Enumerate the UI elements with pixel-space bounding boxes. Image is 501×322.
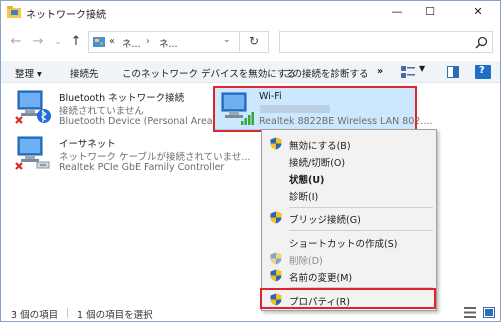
up-button[interactable]: ↑ bbox=[67, 33, 85, 51]
help-button[interactable]: ? bbox=[475, 65, 491, 79]
change-view-button[interactable]: ▼ bbox=[401, 64, 427, 79]
breadcrumb-2[interactable]: ネ... bbox=[159, 36, 178, 50]
refresh-icon[interactable]: ↻ bbox=[249, 34, 259, 48]
menu-separator bbox=[289, 207, 433, 208]
ethernet-item-title: イーサネット bbox=[59, 139, 116, 150]
item-count: 3 個の項目 bbox=[11, 310, 59, 321]
minimize-icon: — bbox=[391, 5, 403, 18]
back-arrow-icon: ← bbox=[10, 34, 22, 49]
view-options-icon bbox=[401, 66, 415, 78]
bluetooth-item-title: Bluetooth ネットワーク接続 bbox=[59, 93, 185, 104]
breadcrumb-overflow[interactable]: « bbox=[109, 36, 115, 47]
menu-item-bridge[interactable]: ブリッジ接続(G) bbox=[289, 212, 361, 226]
address-bar[interactable]: « ネ... › ネ... ⌄ ↻ bbox=[88, 31, 269, 53]
status-bar: 3 個の項目 1 個の項目を選択 bbox=[1, 303, 500, 321]
large-icons-view-icon[interactable] bbox=[483, 307, 495, 318]
connect-to-button[interactable]: 接続先 bbox=[70, 66, 99, 80]
close-icon: ✕ bbox=[473, 5, 483, 18]
forward-button[interactable]: → bbox=[29, 33, 47, 51]
menu-item-create-shortcut[interactable]: ショートカットの作成(S) bbox=[289, 236, 397, 250]
preview-pane-icon[interactable] bbox=[447, 66, 459, 78]
menu-item-status[interactable]: 状態(U) bbox=[289, 172, 324, 186]
ethernet-connection-item[interactable]: イーサネット ネットワーク ケーブルが接続されていませ... Realtek P… bbox=[13, 133, 258, 179]
ethernet-item-device: Realtek PCIe GbE Family Controller bbox=[59, 162, 225, 173]
explorer-window: ネットワーク接続 — ☐ ✕ ← → ⌄ ↑ « ネ... › ネ... ⌄ ↻… bbox=[0, 0, 501, 322]
uac-shield-icon bbox=[270, 252, 282, 265]
organize-button[interactable]: 整理 ▾ bbox=[15, 66, 42, 80]
minimize-button[interactable]: — bbox=[382, 1, 412, 23]
bluetooth-connection-item[interactable]: Bluetooth ネットワーク接続 接続されていません Bluetooth D… bbox=[13, 87, 225, 133]
menu-item-delete[interactable]: 削除(D) bbox=[289, 253, 323, 267]
close-button[interactable]: ✕ bbox=[458, 1, 498, 23]
chevron-down-icon: ▼ bbox=[419, 64, 426, 73]
recent-dropdown-button[interactable]: ⌄ bbox=[49, 33, 67, 51]
control-panel-icon bbox=[93, 37, 105, 47]
more-commands-button[interactable]: » bbox=[377, 66, 383, 77]
menu-separator bbox=[289, 230, 433, 231]
window-title: ネットワーク接続 bbox=[26, 10, 106, 21]
uac-shield-icon bbox=[270, 137, 282, 150]
title-bar: ネットワーク接続 — ☐ ✕ bbox=[1, 1, 500, 25]
network-folder-icon bbox=[7, 6, 21, 18]
ethernet-item-status: ネットワーク ケーブルが接続されていませ... bbox=[59, 152, 251, 163]
context-menu: 無効にする(B) 接続/切断(O) 状態(U) 診断(I) ブリッジ接続(G) … bbox=[261, 129, 437, 311]
bluetooth-network-adapter-icon bbox=[15, 90, 51, 124]
command-bar: 整理 ▾ 接続先 このネットワーク デバイスを無効にする この接続を診断する »… bbox=[1, 61, 500, 83]
breadcrumb-1[interactable]: ネ... bbox=[122, 36, 141, 50]
help-icon: ? bbox=[479, 65, 485, 76]
up-arrow-icon: ↑ bbox=[70, 34, 82, 49]
status-divider bbox=[67, 308, 68, 318]
maximize-button[interactable]: ☐ bbox=[415, 1, 445, 23]
search-icon bbox=[475, 36, 488, 49]
disable-device-button[interactable]: このネットワーク デバイスを無効にする bbox=[122, 66, 296, 80]
bluetooth-item-status: 接続されていません bbox=[59, 106, 144, 117]
address-dropdown-icon[interactable]: ⌄ bbox=[223, 35, 231, 45]
chevron-down-icon: ⌄ bbox=[54, 37, 62, 47]
address-divider bbox=[239, 32, 240, 52]
address-row: ← → ⌄ ↑ « ネ... › ネ... ⌄ ↻ bbox=[1, 27, 500, 57]
maximize-icon: ☐ bbox=[425, 5, 435, 18]
bluetooth-item-device: Bluetooth Device (Personal Area ... bbox=[59, 116, 225, 127]
wifi-highlight-frame bbox=[213, 86, 417, 132]
menu-item-connect-disconnect[interactable]: 接続/切断(O) bbox=[289, 155, 345, 169]
back-button[interactable]: ← bbox=[7, 33, 25, 51]
menu-item-diagnose[interactable]: 診断(I) bbox=[289, 189, 318, 203]
search-input[interactable] bbox=[279, 31, 493, 53]
selection-count: 1 個の項目を選択 bbox=[77, 310, 153, 321]
menu-item-disable[interactable]: 無効にする(B) bbox=[289, 138, 351, 152]
diagnose-button[interactable]: この接続を診断する bbox=[283, 66, 369, 80]
uac-shield-icon bbox=[270, 211, 282, 224]
menu-item-rename[interactable]: 名前の変更(M) bbox=[289, 270, 352, 284]
breadcrumb-separator[interactable]: › bbox=[146, 36, 150, 47]
uac-shield-icon bbox=[270, 269, 282, 282]
details-view-icon[interactable] bbox=[464, 307, 476, 318]
ethernet-adapter-icon bbox=[15, 136, 50, 170]
forward-arrow-icon: → bbox=[32, 34, 44, 49]
